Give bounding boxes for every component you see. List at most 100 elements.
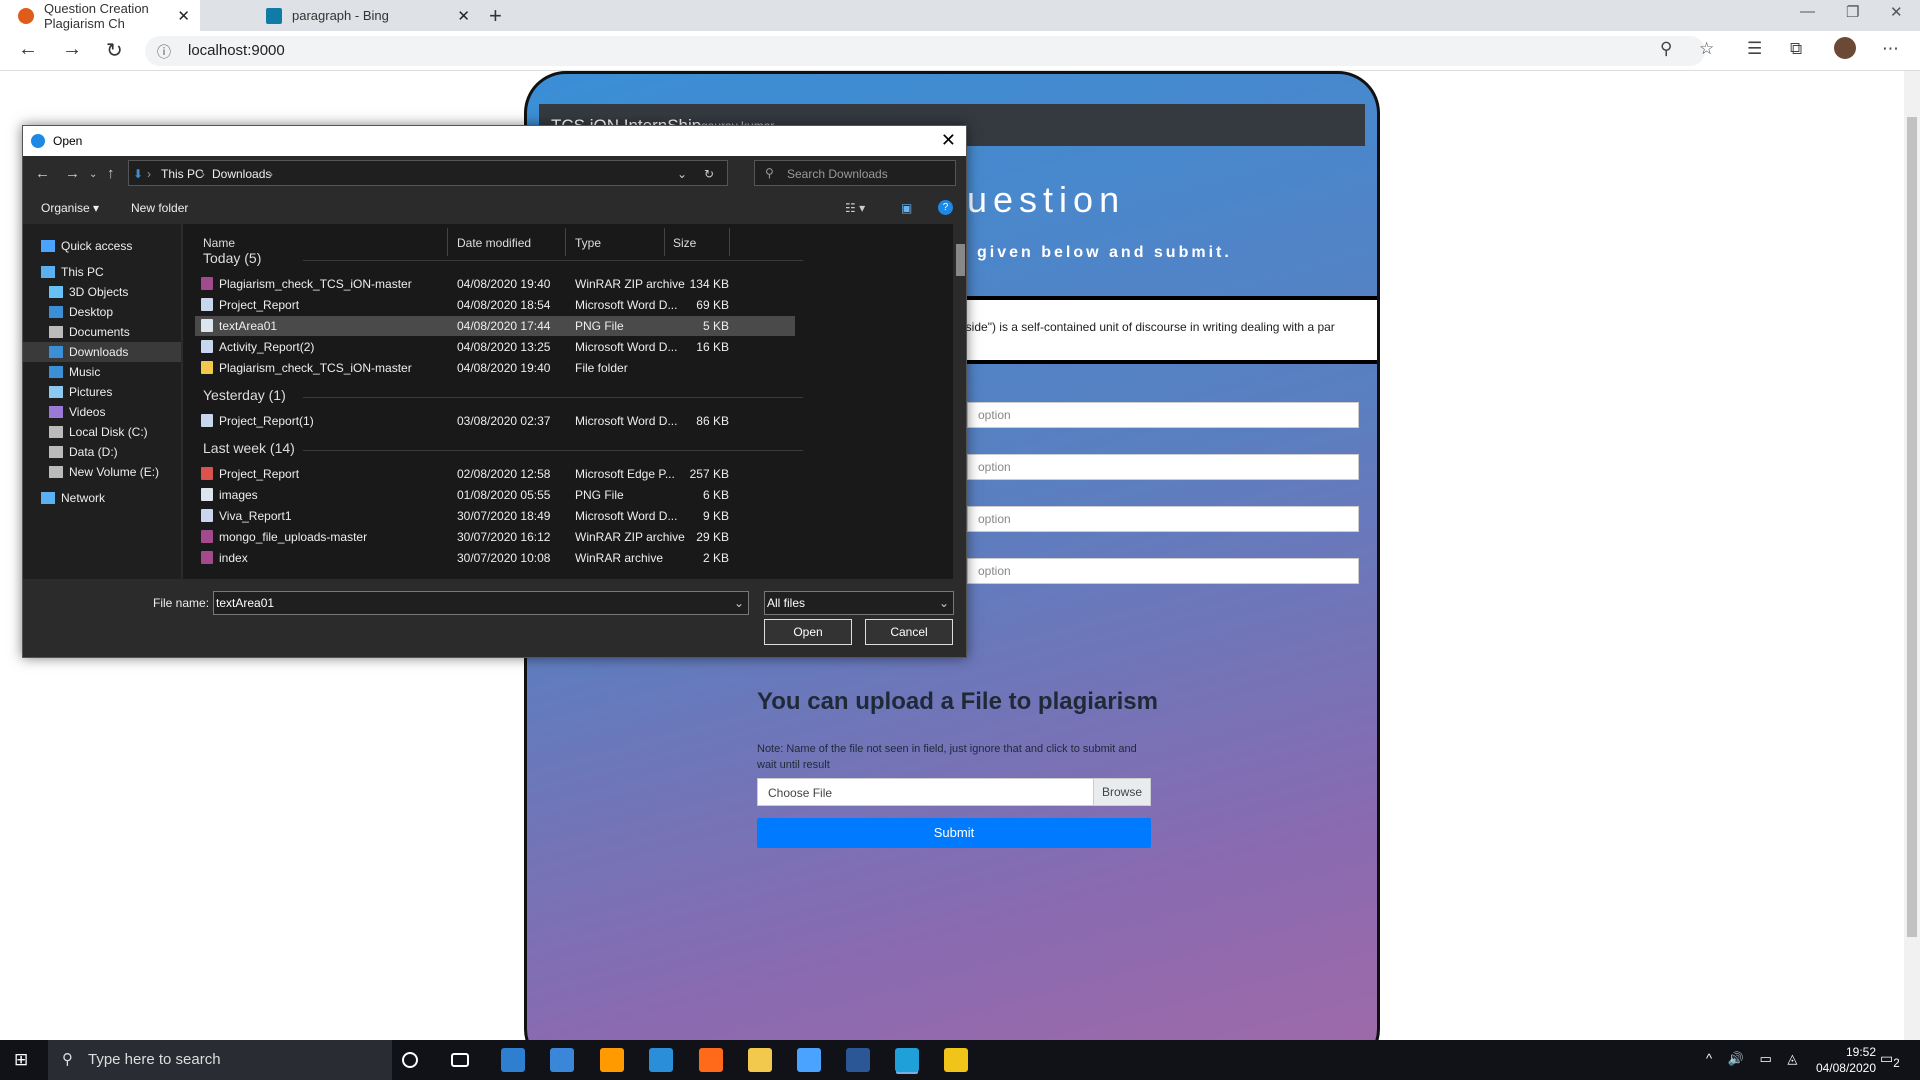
- column-name[interactable]: Name: [203, 236, 235, 250]
- sidebar-item-network[interactable]: Network: [41, 488, 105, 508]
- help-icon[interactable]: ?: [938, 200, 953, 215]
- favorite-star-icon[interactable]: ☆: [1699, 39, 1714, 59]
- dialog-close-icon[interactable]: ✕: [941, 130, 956, 151]
- git-icon[interactable]: [944, 1048, 968, 1072]
- sidebar-item-pictures[interactable]: Pictures: [49, 382, 112, 402]
- task-view-icon[interactable]: [451, 1053, 469, 1067]
- chevron-down-icon[interactable]: ⌄: [939, 596, 949, 610]
- forward-icon[interactable]: →: [62, 38, 82, 61]
- profile-avatar[interactable]: [1834, 37, 1856, 59]
- windows-start-icon[interactable]: ⊞: [14, 1050, 28, 1070]
- file-type-select[interactable]: All files ⌄: [764, 591, 954, 615]
- group-header[interactable]: Yesterday (1): [203, 387, 286, 403]
- close-tab-icon[interactable]: ✕: [177, 7, 190, 25]
- group-header[interactable]: Today (5): [203, 250, 261, 266]
- illustrator-icon[interactable]: [600, 1048, 624, 1072]
- sidebar-item-videos[interactable]: Videos: [49, 402, 105, 422]
- sidebar-item-desktop[interactable]: Desktop: [49, 302, 113, 322]
- organise-button[interactable]: Organise ▾: [41, 201, 99, 215]
- sidebar-item-this-pc[interactable]: This PC: [41, 262, 104, 282]
- up-folder-icon[interactable]: ↑: [107, 165, 115, 182]
- edge-icon[interactable]: [895, 1048, 919, 1072]
- recent-locations-icon[interactable]: ⌄: [89, 169, 97, 180]
- sidebar-item-documents[interactable]: Documents: [49, 322, 130, 342]
- cortana-icon[interactable]: [402, 1052, 418, 1068]
- sidebar-item-music[interactable]: Music: [49, 362, 100, 382]
- scrollbar-thumb[interactable]: [1907, 117, 1917, 937]
- search-downloads-input[interactable]: ⚲ Search Downloads: [754, 160, 956, 186]
- taskbar-clock[interactable]: 19:52 04/08/2020: [1816, 1044, 1876, 1076]
- collections-icon[interactable]: ⧉: [1790, 39, 1802, 59]
- close-window-icon[interactable]: ✕: [1890, 3, 1903, 21]
- notifications-icon[interactable]: ▭2: [1880, 1050, 1900, 1070]
- column-type[interactable]: Type: [575, 236, 601, 250]
- file-row[interactable]: mongo_file_uploads-master 30/07/2020 16:1…: [195, 527, 795, 547]
- firefox-icon[interactable]: [699, 1048, 723, 1072]
- file-row[interactable]: Plagiarism_check_TCS_iON-master 04/08/202…: [195, 358, 795, 378]
- refresh-icon[interactable]: ↻: [704, 167, 714, 181]
- sidebar-item-local-disk-c[interactable]: Local Disk (C:): [49, 422, 148, 442]
- file-row[interactable]: textArea01 04/08/2020 17:44 PNG File 5 KB: [195, 316, 795, 336]
- file-row[interactable]: Project_Report(1) 03/08/2020 02:37 Microso…: [195, 411, 795, 431]
- page-scrollbar[interactable]: [1904, 71, 1920, 1040]
- open-button[interactable]: Open: [764, 619, 852, 645]
- file-row[interactable]: Plagiarism_check_TCS_iON-master 04/08/202…: [195, 274, 795, 294]
- site-info-icon[interactable]: ⓘ: [157, 42, 171, 62]
- option-input-2[interactable]: option: [967, 454, 1359, 480]
- new-folder-button[interactable]: New folder: [131, 201, 188, 215]
- sidebar-item-new-volume-e[interactable]: New Volume (E:): [49, 462, 159, 482]
- favorites-list-icon[interactable]: ☰: [1747, 39, 1762, 59]
- sidebar-item-3d-objects[interactable]: 3D Objects: [49, 282, 128, 302]
- submit-button[interactable]: Submit: [757, 818, 1151, 848]
- file-explorer-icon[interactable]: [748, 1048, 772, 1072]
- python-app-icon[interactable]: [797, 1048, 821, 1072]
- forward-icon[interactable]: →: [65, 165, 80, 182]
- column-size[interactable]: Size: [673, 236, 696, 250]
- file-row[interactable]: images 01/08/2020 05:55 PNG File 6 KB: [195, 485, 795, 505]
- file-row[interactable]: Activity_Report(2) 04/08/2020 13:25 Micros…: [195, 337, 795, 357]
- word-icon[interactable]: [846, 1048, 870, 1072]
- maximize-icon[interactable]: ❐: [1846, 3, 1859, 21]
- file-row[interactable]: Project_Report 02/08/2020 12:58 Microsoft …: [195, 464, 795, 484]
- option-input-1[interactable]: option: [967, 402, 1359, 428]
- cancel-button[interactable]: Cancel: [865, 619, 953, 645]
- sidebar-item-quick-access[interactable]: Quick access: [41, 236, 132, 256]
- system-tray[interactable]: ^ 🔊 ▭ ◬: [1706, 1051, 1803, 1067]
- breadcrumb[interactable]: ⬇ › This PC › Downloads › ⌄ ↻: [128, 160, 728, 186]
- chevron-down-icon[interactable]: ⌄: [677, 167, 687, 181]
- mail-icon[interactable]: [501, 1048, 525, 1072]
- file-row[interactable]: Viva_Report1 30/07/2020 18:49 Microsoft Wo…: [195, 506, 795, 526]
- file-name-input[interactable]: textArea01 ⌄: [213, 591, 749, 615]
- breadcrumb-this-pc[interactable]: This PC: [161, 167, 204, 181]
- new-tab-button[interactable]: +: [489, 3, 502, 29]
- back-icon[interactable]: ←: [35, 165, 50, 182]
- store-icon[interactable]: [550, 1048, 574, 1072]
- zoom-icon[interactable]: ⚲: [1660, 39, 1672, 59]
- question-textarea[interactable]: eside") is a self-contained unit of disc…: [947, 296, 1377, 364]
- refresh-icon[interactable]: ↻: [106, 38, 123, 63]
- file-row[interactable]: Project_Report 04/08/2020 18:54 Microsoft …: [195, 295, 795, 315]
- column-date-modified[interactable]: Date modified: [457, 236, 531, 250]
- file-chooser[interactable]: Choose File Browse: [757, 778, 1151, 806]
- tab-question-creation[interactable]: Question Creation Plagiarism Ch ✕: [0, 0, 200, 31]
- browse-button[interactable]: Browse: [1093, 779, 1150, 805]
- address-field[interactable]: ⓘ localhost:9000: [145, 36, 1705, 66]
- vscode-icon[interactable]: [649, 1048, 673, 1072]
- view-options-icon[interactable]: ☷ ▾: [845, 201, 865, 215]
- minimize-icon[interactable]: —: [1800, 3, 1815, 20]
- option-input-4[interactable]: option: [967, 558, 1359, 584]
- tab-bing[interactable]: paragraph - Bing ✕: [248, 0, 480, 31]
- sidebar-item-data-d[interactable]: Data (D:): [49, 442, 118, 462]
- taskbar-search[interactable]: ⚲ Type here to search: [48, 1040, 392, 1080]
- back-icon[interactable]: ←: [18, 38, 38, 61]
- close-tab-icon[interactable]: ✕: [457, 7, 470, 25]
- preview-pane-icon[interactable]: ▣: [901, 201, 912, 215]
- file-row[interactable]: index 30/07/2020 10:08 WinRAR archive 2 KB: [195, 548, 795, 568]
- more-menu-icon[interactable]: ⋯: [1882, 39, 1899, 59]
- option-input-3[interactable]: option: [967, 506, 1359, 532]
- scrollbar-thumb[interactable]: [956, 244, 965, 276]
- chevron-down-icon[interactable]: ⌄: [734, 596, 744, 610]
- group-header[interactable]: Last week (14): [203, 440, 295, 456]
- sidebar-item-downloads[interactable]: Downloads: [23, 342, 181, 362]
- list-scrollbar[interactable]: [955, 224, 966, 579]
